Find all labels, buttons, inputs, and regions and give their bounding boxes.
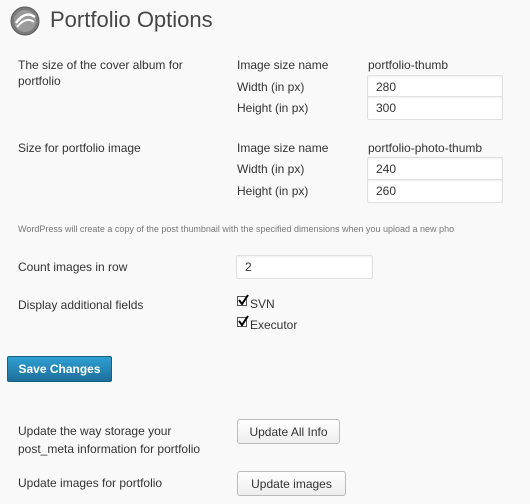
- cover-size-label: The size of the cover album for portfoli…: [18, 58, 183, 88]
- portfolio-icon: [10, 6, 40, 36]
- image-width-label: Width (in px): [237, 162, 305, 176]
- image-image-size-name-label: Image size name: [237, 141, 329, 155]
- image-image-size-name-value: portfolio-photo-thumb: [368, 141, 483, 155]
- cover-height-label: Height (in px): [237, 101, 309, 115]
- cover-height-input[interactable]: [367, 96, 503, 120]
- update-images-button[interactable]: Update images: [237, 471, 346, 496]
- save-changes-button[interactable]: Save Changes: [7, 356, 112, 382]
- cover-width-label: Width (in px): [237, 80, 305, 94]
- update-images-label: Update images for portfolio: [18, 476, 163, 490]
- count-images-input[interactable]: [236, 255, 373, 279]
- executor-checkbox-label[interactable]: Executor: [250, 317, 297, 333]
- image-size-label: Size for portfolio image: [18, 141, 141, 155]
- executor-checkbox[interactable]: [237, 315, 249, 327]
- cover-image-size-name-value: portfolio-thumb: [368, 58, 449, 72]
- thumbnail-note: WordPress will create a copy of the post…: [18, 224, 455, 234]
- update-all-info-button[interactable]: Update All Info: [237, 419, 340, 444]
- cover-image-size-name-label: Image size name: [237, 58, 329, 72]
- image-width-input[interactable]: [367, 157, 503, 181]
- svn-checkbox[interactable]: [237, 294, 249, 306]
- checkmark-icon: [238, 294, 249, 306]
- checkmark-icon: [238, 315, 249, 327]
- image-height-input[interactable]: [367, 179, 503, 203]
- page-title: Portfolio Options: [50, 7, 213, 32]
- update-storage-label: Update the way storage your post_meta in…: [18, 424, 201, 456]
- additional-fields-label: Display additional fields: [18, 298, 144, 312]
- count-images-label: Count images in row: [18, 260, 128, 274]
- image-height-label: Height (in px): [237, 184, 309, 198]
- svn-checkbox-label[interactable]: SVN: [250, 296, 275, 312]
